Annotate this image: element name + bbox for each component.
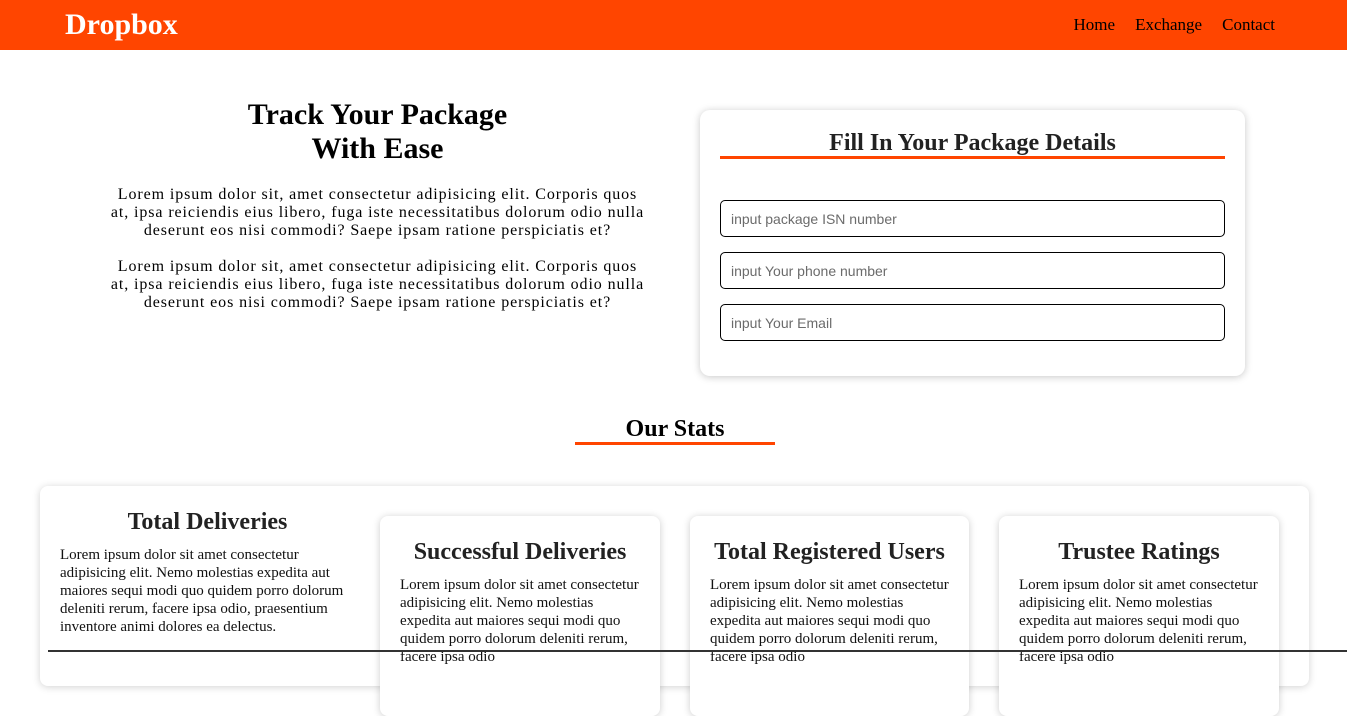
form-title: Fill In Your Package Details: [829, 130, 1116, 156]
stat-card-title: Trustee Ratings: [1058, 539, 1220, 565]
email-input[interactable]: [720, 304, 1225, 341]
form-title-underline: [720, 156, 1225, 159]
stat-card-title: Total Registered Users: [714, 539, 945, 565]
hero-title-line1: Track Your Package: [247, 98, 508, 131]
nav-link-contact[interactable]: Contact: [1222, 15, 1275, 35]
stat-card-title: Successful Deliveries: [413, 539, 627, 565]
stat-card-successful-deliveries: Successful Deliveries Lorem ipsum dolor …: [380, 516, 660, 716]
nav-links: Home Exchange Contact: [1074, 15, 1275, 35]
brand-logo[interactable]: Dropbox: [65, 6, 178, 44]
package-isn-input[interactable]: [720, 200, 1225, 237]
package-details-form: Fill In Your Package Details: [700, 110, 1245, 376]
nav-link-exchange[interactable]: Exchange: [1135, 15, 1202, 35]
stat-card-text: Lorem ipsum dolor sit amet consectetur a…: [710, 577, 949, 665]
nav-link-home[interactable]: Home: [1074, 15, 1116, 35]
hero-title-line2: With Ease: [311, 132, 444, 165]
stats-section: Total Deliveries Lorem ipsum dolor sit a…: [40, 486, 1309, 716]
hero-paragraph-1: Lorem ipsum dolor sit, amet consectetur …: [110, 186, 645, 239]
stats-title: Our Stats: [625, 416, 725, 442]
phone-number-input[interactable]: [720, 252, 1225, 289]
stat-card-text: Lorem ipsum dolor sit amet consectetur a…: [1019, 577, 1258, 665]
hero-title: Track Your Package With Ease: [105, 98, 650, 166]
stat-card-text: Lorem ipsum dolor sit amet consectetur a…: [400, 577, 639, 665]
hero-section: Track Your Package With Ease Lorem ipsum…: [105, 98, 650, 330]
navbar: Dropbox Home Exchange Contact: [0, 0, 1347, 50]
stat-card-total-registered-users: Total Registered Users Lorem ipsum dolor…: [690, 516, 969, 716]
stat-card-total-deliveries: Total Deliveries Lorem ipsum dolor sit a…: [60, 508, 355, 636]
hero-paragraph-2: Lorem ipsum dolor sit, amet consectetur …: [110, 258, 645, 311]
stat-card-title: Total Deliveries: [127, 509, 288, 535]
stat-card-text: Lorem ipsum dolor sit amet consectetur a…: [60, 547, 344, 635]
stat-card-trustee-ratings: Trustee Ratings Lorem ipsum dolor sit am…: [999, 516, 1279, 716]
stats-title-underline: [575, 442, 775, 445]
